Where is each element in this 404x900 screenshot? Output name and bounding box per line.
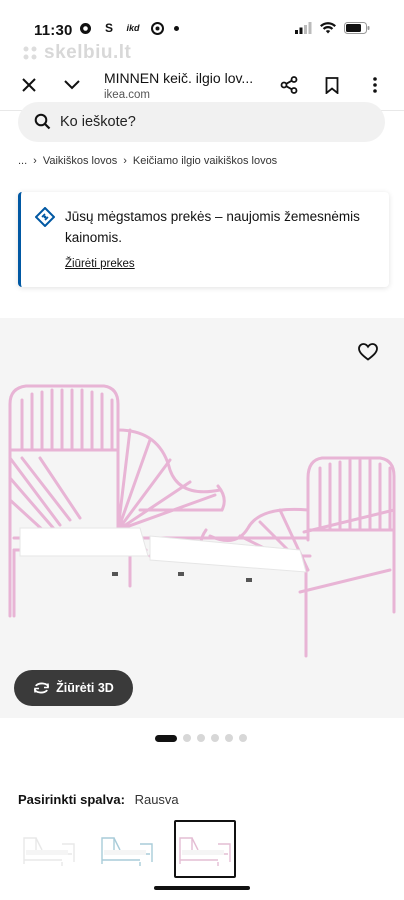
ikd-app-icon: ikd bbox=[126, 23, 140, 33]
breadcrumb-ellipsis[interactable]: ... bbox=[18, 155, 27, 167]
status-app-icons: S ikd bbox=[78, 21, 179, 35]
bed-thumbnail-white bbox=[23, 837, 75, 866]
page-domain: ikea.com bbox=[104, 89, 151, 101]
carousel-dot-2[interactable] bbox=[183, 734, 191, 742]
signal-icon bbox=[295, 22, 312, 34]
swatch-white[interactable] bbox=[18, 820, 80, 878]
target-app-icon bbox=[150, 21, 164, 35]
expand-button[interactable] bbox=[59, 72, 85, 98]
breadcrumb-separator-icon: › bbox=[123, 155, 127, 167]
image-carousel-indicator bbox=[155, 734, 247, 742]
more-vertical-icon bbox=[373, 77, 377, 93]
view-3d-label: Žiūrėti 3D bbox=[56, 681, 114, 695]
close-icon bbox=[22, 78, 36, 92]
status-time: 11:30 bbox=[34, 22, 73, 39]
view-3d-button[interactable]: Žiūrėti 3D bbox=[14, 670, 133, 706]
more-menu-button[interactable] bbox=[362, 72, 388, 98]
breadcrumb-separator-icon: › bbox=[33, 155, 37, 167]
search-bar[interactable]: Ko ieškote? bbox=[18, 102, 385, 142]
breadcrumb-kids-beds[interactable]: Vaikiškos lovos bbox=[43, 155, 117, 167]
camera-app-icon bbox=[78, 21, 92, 35]
home-indicator[interactable] bbox=[154, 886, 250, 890]
close-button[interactable] bbox=[16, 72, 42, 98]
view-products-link[interactable]: Žiūrėti prekes bbox=[65, 258, 135, 270]
more-notifications-icon bbox=[174, 25, 179, 31]
swatch-pink[interactable] bbox=[174, 820, 236, 878]
status-indicators bbox=[295, 22, 370, 34]
color-swatches bbox=[18, 820, 236, 878]
bed-thumbnail-pink bbox=[179, 837, 231, 866]
carousel-dot-3[interactable] bbox=[197, 734, 205, 742]
share-icon bbox=[280, 76, 298, 94]
carousel-dot-4[interactable] bbox=[211, 734, 219, 742]
page-title: MINNEN keič. ilgio lov... bbox=[104, 70, 254, 86]
s-app-icon: S bbox=[104, 21, 113, 35]
status-bar: 11:30 S ikd skelbiu.lt bbox=[0, 0, 404, 63]
bookmark-icon bbox=[325, 76, 339, 94]
share-button[interactable] bbox=[276, 72, 302, 98]
carousel-dot-5[interactable] bbox=[225, 734, 233, 742]
swatch-blue[interactable] bbox=[96, 820, 158, 878]
price-tag-icon bbox=[35, 207, 55, 227]
search-icon bbox=[34, 113, 51, 130]
rotate-3d-icon bbox=[34, 682, 50, 694]
color-label: Pasirinkti spalva: bbox=[18, 792, 125, 807]
breadcrumb: ... › Vaikiškos lovos › Keičiamo ilgio v… bbox=[18, 155, 277, 167]
selected-color-value: Rausva bbox=[134, 792, 179, 807]
product-image-bed bbox=[8, 384, 396, 658]
chevron-down-icon bbox=[64, 80, 80, 90]
wifi-icon bbox=[320, 22, 336, 34]
carousel-dot-1[interactable] bbox=[155, 734, 177, 742]
bookmark-button[interactable] bbox=[319, 72, 345, 98]
bed-thumbnail-blue bbox=[101, 837, 153, 866]
breadcrumb-extendable-beds[interactable]: Keičiamo ilgio vaikiškos lovos bbox=[133, 155, 277, 167]
heart-icon[interactable] bbox=[358, 343, 378, 361]
notice-text: Jūsų mėgstamos prekės – naujomis žemesnė… bbox=[65, 209, 360, 245]
search-input[interactable]: Ko ieškote? bbox=[60, 114, 136, 130]
battery-icon bbox=[344, 22, 370, 34]
color-selector-header: Pasirinkti spalva: Rausva bbox=[18, 792, 179, 807]
watermark-logo-icon bbox=[23, 46, 37, 60]
price-notice-card: Jūsų mėgstamos prekės – naujomis žemesnė… bbox=[18, 192, 389, 287]
carousel-dot-6[interactable] bbox=[239, 734, 247, 742]
